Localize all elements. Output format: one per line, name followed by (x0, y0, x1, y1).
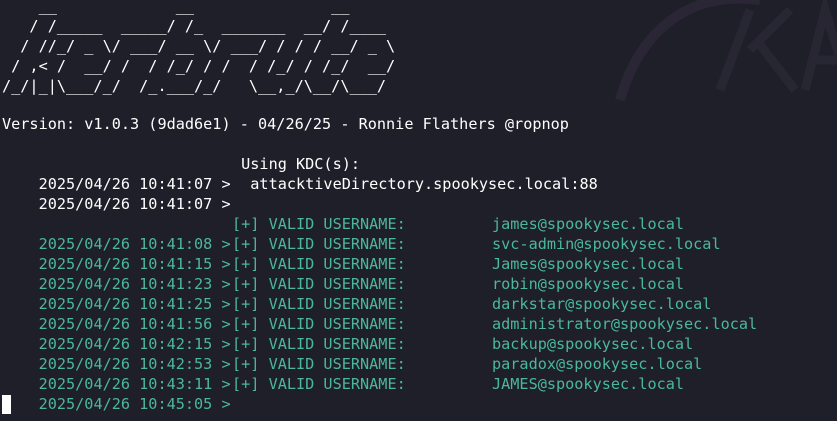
status-text: [+] VALID USERNAME: (232, 255, 406, 273)
kdc-line: 2025/04/26 10:41:07 > attacktiveDirector… (2, 174, 598, 213)
banner-art-line: / ,< / __/ / / /_/ / / / /_/ / /_/ __/ (2, 57, 396, 75)
status-text: [+] VALID USERNAME: (232, 215, 406, 233)
valid-username-row: 2025/04/26 10:41:08 > [+] VALID USERNAME:… (2, 214, 684, 253)
valid-username-row: 2025/04/26 10:41:25 > [+] VALID USERNAME:… (2, 274, 684, 313)
status-text: [+] VALID USERNAME: (232, 295, 406, 313)
banner-art-line: / //_/ _ \/ ___/ __ \/ ___/ / / / __/ _ … (2, 37, 396, 55)
username-value: James@spookysec.local (492, 255, 685, 273)
username-value: administrator@spookysec.local (492, 315, 758, 333)
valid-username-row: 2025/04/26 10:41:15 > [+] VALID USERNAME:… (2, 234, 721, 273)
username-value: svc-admin@spookysec.local (492, 235, 721, 253)
log-message: Using KDC(s): (232, 155, 361, 173)
status-text: [+] VALID USERNAME: (232, 355, 406, 373)
valid-username-row: 2025/04/26 10:42:53 > [+] VALID USERNAME:… (2, 334, 694, 373)
log-message: attacktiveDirectory.spookysec.local:88 (232, 175, 598, 193)
banner-art-line: / /_____ _____/ /_ _______ __/ /____ (2, 17, 396, 35)
banner-art-line: __ __ __ (2, 0, 396, 15)
status-text: [+] VALID USERNAME: (232, 235, 406, 253)
log-timestamp: 2025/04/26 10:45:05 > (38, 395, 231, 413)
username-value: backup@spookysec.local (492, 335, 694, 353)
username-value: JAMES@spookysec.local (492, 375, 685, 393)
status-text: [+] VALID USERNAME: (232, 335, 406, 353)
username-value: james@spookysec.local (492, 215, 685, 233)
status-text: [+] VALID USERNAME: (232, 375, 406, 393)
log-timestamp: 2025/04/26 10:41:07 > (38, 195, 231, 213)
valid-username-row: 2025/04/26 10:45:05 > [+] VALID USERNAME:… (2, 374, 684, 413)
valid-username-row: 2025/04/26 10:41:56 > [+] VALID USERNAME:… (2, 294, 712, 333)
kdc-line: 2025/04/26 10:41:07 > Using KDC(s): (2, 154, 360, 193)
username-value: darkstar@spookysec.local (492, 295, 712, 313)
username-value: paradox@spookysec.local (492, 355, 703, 373)
valid-username-row: 2025/04/26 10:42:15 > [+] VALID USERNAME:… (2, 314, 758, 353)
status-text: [+] VALID USERNAME: (232, 275, 406, 293)
username-value: robin@spookysec.local (492, 275, 685, 293)
terminal-cursor[interactable] (2, 395, 11, 414)
status-text: [+] VALID USERNAME: (232, 315, 406, 333)
valid-username-row: 2025/04/26 10:41:23 > [+] VALID USERNAME:… (2, 254, 684, 293)
terminal-output: __ __ __ / /_____ _____/ /_ _______ __/ … (2, 0, 835, 421)
banner-art-line: /_/|_|\___/_/ /_.___/_/ \__,_/\__/\___/ (2, 77, 396, 95)
version-line: Version: v1.0.3 (9dad6e1) - 04/26/25 - R… (2, 115, 569, 133)
valid-username-row: 2025/04/26 10:43:11 > [+] VALID USERNAME:… (2, 354, 703, 393)
